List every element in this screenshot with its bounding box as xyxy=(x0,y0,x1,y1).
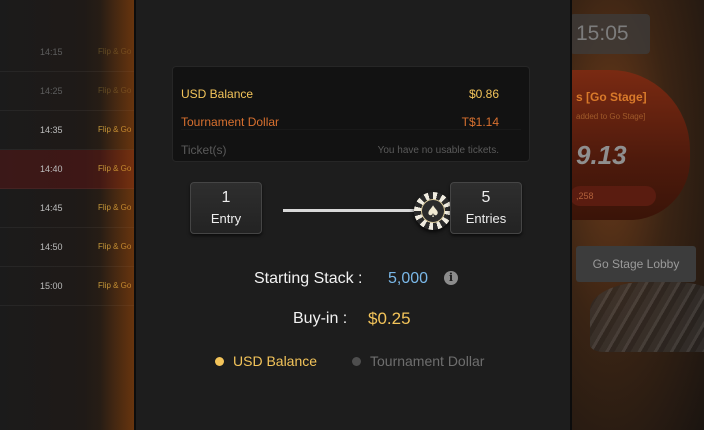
schedule-time: 14:15 xyxy=(40,47,63,57)
promo-subtitle: added to Go Stage] xyxy=(576,112,646,121)
schedule-name: Flip & Go xyxy=(98,164,132,173)
go-stage-lobby-button[interactable]: Go Stage Lobby xyxy=(576,246,696,282)
payment-option-label: Tournament Dollar xyxy=(370,353,485,369)
chips-pile-image xyxy=(590,282,704,352)
schedule-time: 14:25 xyxy=(40,86,63,96)
max-entry-label: Entries xyxy=(465,211,507,226)
buyin-dialog: USD Balance $0.86 Tournament Dollar T$1.… xyxy=(134,0,572,430)
radio-unselected-icon xyxy=(352,357,361,366)
tournament-dollar-row: Tournament Dollar T$1.14 xyxy=(173,101,529,129)
schedule-row[interactable]: 14:25 Flip & Go xyxy=(0,72,140,111)
balance-panel: USD Balance $0.86 Tournament Dollar T$1.… xyxy=(172,66,530,162)
schedule-time: 14:50 xyxy=(40,242,63,252)
poker-chip-spade-icon: ♠ xyxy=(421,199,445,223)
schedule-row[interactable]: 14:50 Flip & Go xyxy=(0,228,140,267)
schedule-name: Flip & Go xyxy=(98,203,132,212)
schedule-name: Flip & Go xyxy=(98,47,132,56)
payment-option-label: USD Balance xyxy=(233,353,318,369)
max-entry-button[interactable]: 5 Entries xyxy=(450,182,522,234)
buyin-label: Buy-in : xyxy=(293,310,348,327)
tickets-row: Ticket(s) You have no usable tickets. xyxy=(173,129,529,157)
usd-balance-label: USD Balance xyxy=(181,87,254,101)
promo-amount: 9.13 xyxy=(576,140,627,170)
schedule-row[interactable]: 15:00 Flip & Go xyxy=(0,267,140,306)
schedule-name: Flip & Go xyxy=(98,125,132,134)
min-entry-button[interactable]: 1 Entry xyxy=(190,182,262,234)
entries-slider-handle[interactable]: ♠ xyxy=(414,192,452,230)
promo-title: s [Go Stage] xyxy=(576,90,647,104)
schedule-row[interactable]: 14:15 Flip & Go xyxy=(0,33,140,72)
schedule-time: 14:40 xyxy=(40,164,63,174)
max-entry-number: 5 xyxy=(481,189,491,206)
schedule-name: Flip & Go xyxy=(98,86,132,95)
schedule-name: Flip & Go xyxy=(98,242,132,251)
clock-text: 15:05 xyxy=(576,22,629,45)
schedule-time: 15:00 xyxy=(40,281,63,291)
tournament-dollar-label: Tournament Dollar xyxy=(181,115,280,129)
schedule-time: 14:45 xyxy=(40,203,63,213)
info-icon[interactable]: i xyxy=(444,271,458,285)
schedule-row[interactable]: 14:40 Flip & Go xyxy=(0,150,140,189)
usd-balance-row: USD Balance $0.86 xyxy=(173,73,529,101)
entries-slider-fill xyxy=(283,209,433,212)
tickets-label: Ticket(s) xyxy=(181,143,227,157)
schedule-row[interactable]: 14:45 Flip & Go xyxy=(0,189,140,228)
usd-balance-value: $0.86 xyxy=(468,87,499,101)
starting-stack-value: 5,000 xyxy=(388,270,429,287)
radio-selected-icon xyxy=(215,357,224,366)
schedule-name: Flip & Go xyxy=(98,281,132,290)
buyin-value: $0.25 xyxy=(368,309,411,328)
schedule-list: 14:15 Flip & Go 14:25 Flip & Go 14:35 Fl… xyxy=(0,0,140,430)
min-entry-number: 1 xyxy=(221,189,231,206)
promo-area: 15:05 s [Go Stage] added to Go Stage] 9.… xyxy=(570,0,704,430)
starting-stack-label: Starting Stack : xyxy=(254,270,363,287)
tickets-value: You have no usable tickets. xyxy=(377,145,499,156)
schedule-row[interactable]: 14:35 Flip & Go xyxy=(0,111,140,150)
tournament-dollar-value: T$1.14 xyxy=(461,115,499,129)
promo-pill-text: ,258 xyxy=(576,191,594,201)
min-entry-label: Entry xyxy=(210,211,242,226)
schedule-time: 14:35 xyxy=(40,125,63,135)
